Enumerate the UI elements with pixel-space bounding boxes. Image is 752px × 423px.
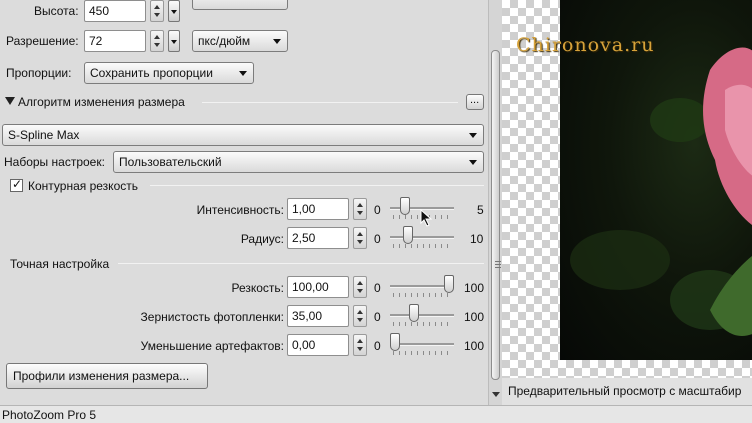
sharpness-input[interactable]: 100,00	[287, 276, 349, 298]
presets-value: Пользовательский	[119, 155, 222, 169]
height-unit-select[interactable]	[192, 0, 288, 10]
resolution-step-dropdown[interactable]	[168, 30, 180, 52]
scroll-down-icon[interactable]	[492, 392, 500, 397]
app-name: PhotoZoom Pro 5	[2, 408, 97, 422]
spin-up-icon	[357, 310, 363, 314]
sharpness-min: 0	[374, 281, 381, 295]
algorithm-options-button[interactable]: ...	[466, 94, 484, 110]
film-grain-spinner[interactable]	[353, 305, 367, 327]
section-divider	[150, 185, 484, 186]
artifact-reduction-max: 100	[464, 339, 485, 353]
spin-down-icon	[357, 318, 363, 322]
film-grain-slider-thumb[interactable]	[409, 304, 419, 322]
slider-ticks	[393, 293, 453, 297]
sharpness-label: Резкость:	[231, 281, 284, 295]
intensity-input[interactable]: 1,00	[287, 198, 349, 220]
chevron-down-icon	[273, 39, 281, 44]
chevron-down-icon	[239, 71, 247, 76]
proportions-select[interactable]: Сохранить пропорции	[84, 62, 254, 84]
intensity-slider-thumb[interactable]	[400, 197, 410, 215]
sharpness-max: 100	[464, 281, 485, 295]
artifact-reduction-min: 0	[374, 339, 381, 353]
slider-ticks	[393, 322, 453, 326]
resize-method-value: S-Spline Max	[8, 128, 80, 142]
scrollbar-thumb[interactable]	[491, 50, 501, 380]
spin-up-icon	[357, 339, 363, 343]
spin-up-icon	[357, 232, 363, 236]
radius-slider[interactable]	[390, 236, 454, 239]
sharpness-spinner[interactable]	[353, 276, 367, 298]
contour-sharpness-label[interactable]: Контурная резкость	[28, 179, 138, 193]
fine-tuning-section-label: Точная настройка	[10, 257, 110, 271]
presets-select[interactable]: Пользовательский	[113, 151, 484, 173]
height-input[interactable]: 450	[84, 0, 146, 22]
chevron-down-icon	[469, 133, 477, 138]
intensity-label: Интенсивность:	[196, 203, 284, 217]
preview-canvas[interactable]: Chironova.ru	[502, 0, 752, 378]
spin-up-icon	[357, 203, 363, 207]
grip-icon	[495, 261, 501, 270]
film-grain-min: 0	[374, 310, 381, 324]
presets-label: Наборы настроек:	[4, 155, 105, 169]
intensity-max: 5	[477, 203, 484, 217]
spin-up-icon	[154, 5, 160, 9]
radius-min: 0	[374, 232, 381, 246]
section-divider	[118, 263, 484, 264]
spin-down-icon	[154, 13, 160, 17]
artifact-reduction-label: Уменьшение артефактов:	[140, 339, 284, 353]
resolution-input[interactable]: 72	[84, 30, 146, 52]
slider-ticks	[393, 244, 453, 248]
resize-method-select[interactable]: S-Spline Max	[2, 124, 484, 146]
radius-label: Радиус:	[240, 232, 284, 246]
height-spinner[interactable]	[150, 0, 164, 22]
preview-caption: Предварительный просмотр с масштабир	[502, 378, 752, 405]
film-grain-label: Зернистость фотопленки:	[140, 310, 284, 324]
intensity-spinner[interactable]	[353, 198, 367, 220]
resolution-unit-select[interactable]: пкс/дюйм	[192, 30, 288, 52]
film-grain-slider[interactable]	[390, 314, 454, 317]
artifact-reduction-input[interactable]: 0,00	[287, 334, 349, 356]
resolution-unit-value: пкс/дюйм	[198, 34, 251, 48]
settings-scrollbar[interactable]	[488, 0, 502, 405]
settings-panel: Высота: 450 Разрешение: 72 пкс/дюйм Проп…	[0, 0, 488, 405]
contour-sharpness-checkbox[interactable]	[10, 177, 23, 192]
spin-down-icon	[357, 240, 363, 244]
radius-slider-thumb[interactable]	[403, 226, 413, 244]
artifact-reduction-slider-thumb[interactable]	[390, 333, 400, 351]
proportions-value: Сохранить пропорции	[90, 66, 213, 80]
film-grain-max: 100	[464, 310, 485, 324]
artifact-reduction-spinner[interactable]	[353, 334, 367, 356]
resize-algorithm-section-label[interactable]: Алгоритм изменения размера	[18, 95, 185, 109]
spin-down-icon	[357, 289, 363, 293]
chevron-down-icon	[469, 160, 477, 165]
intensity-min: 0	[374, 203, 381, 217]
status-bar: PhotoZoom Pro 5	[0, 405, 752, 423]
radius-max: 10	[470, 232, 484, 246]
spin-down-icon	[357, 211, 363, 215]
resolution-spinner[interactable]	[150, 30, 164, 52]
height-step-dropdown[interactable]	[168, 0, 180, 22]
resize-profiles-button[interactable]: Профили изменения размера...	[6, 363, 208, 389]
resolution-label: Разрешение:	[6, 34, 79, 48]
spin-up-icon	[357, 281, 363, 285]
mouse-cursor-icon	[420, 209, 433, 227]
triangle-expanded-icon[interactable]	[5, 97, 15, 105]
spin-down-icon	[154, 43, 160, 47]
proportions-label: Пропорции:	[6, 66, 72, 80]
spin-down-icon	[357, 347, 363, 351]
watermark-text: Chironova.ru	[516, 34, 655, 56]
film-grain-input[interactable]: 35,00	[287, 305, 349, 327]
slider-ticks	[393, 351, 453, 355]
radius-input[interactable]: 2,50	[287, 227, 349, 249]
section-divider	[202, 102, 458, 103]
height-label: Высота:	[34, 4, 79, 18]
radius-spinner[interactable]	[353, 227, 367, 249]
sharpness-slider-thumb[interactable]	[444, 275, 454, 293]
spin-up-icon	[154, 35, 160, 39]
